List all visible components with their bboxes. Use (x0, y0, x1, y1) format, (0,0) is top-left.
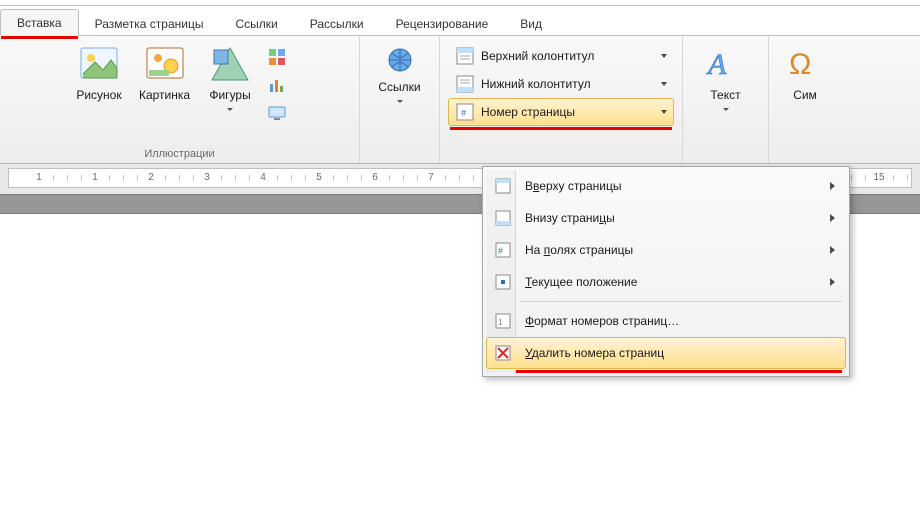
smartart-button[interactable] (264, 44, 290, 70)
submenu-arrow-icon (830, 182, 835, 190)
links-label: Ссылки (378, 80, 420, 94)
picture-label: Рисунок (76, 88, 121, 102)
clipart-icon (143, 44, 187, 84)
submenu-arrow-icon (830, 214, 835, 222)
tab-mailings[interactable]: Рассылки (294, 11, 380, 36)
clipart-button[interactable]: Картинка (133, 40, 196, 102)
page-number-button[interactable]: # Номер страницы (448, 98, 674, 126)
highlight-marker (450, 127, 672, 130)
group-header-footer: Верхний колонтитул Нижний колонтитул # Н… (440, 36, 683, 163)
header-label: Верхний колонтитул (481, 49, 594, 63)
group-illustrations: Рисунок Картинка Фигуры (0, 36, 360, 163)
chart-button[interactable] (264, 72, 290, 98)
tab-view[interactable]: Вид (504, 11, 558, 36)
tab-page-layout[interactable]: Разметка страницы (79, 11, 220, 36)
group-text: A Текст (683, 36, 769, 163)
chevron-down-icon (661, 110, 667, 114)
clipart-label: Картинка (139, 88, 190, 102)
menu-format-page-numbers[interactable]: 1 Формат номеров страниц… (486, 305, 846, 337)
chevron-down-icon (227, 108, 233, 111)
text-label: Текст (710, 88, 740, 102)
wordart-icon: A (704, 44, 748, 84)
footer-icon (455, 74, 475, 94)
svg-text:#: # (498, 246, 503, 256)
page-number-menu: Вверху страницы Внизу страницы # На поля… (482, 166, 850, 377)
page-margins-icon: # (494, 241, 512, 259)
ribbon-tabs: Вставка Разметка страницы Ссылки Рассылк… (0, 6, 920, 36)
format-numbers-icon: 1 (494, 312, 512, 330)
symbol-label: Сим (793, 88, 817, 102)
page-bottom-icon (494, 209, 512, 227)
smartart-icon (268, 48, 286, 66)
group-links: Ссылки (360, 36, 440, 163)
chart-icon (268, 76, 286, 94)
picture-icon (77, 44, 121, 84)
svg-text:A: A (706, 48, 727, 81)
menu-separator (520, 301, 842, 302)
chevron-down-icon (661, 54, 667, 58)
footer-button[interactable]: Нижний колонтитул (448, 70, 674, 98)
submenu-arrow-icon (830, 278, 835, 286)
group-symbols: Ω Сим (769, 36, 841, 163)
shapes-icon (208, 44, 252, 84)
svg-text:Ω: Ω (789, 48, 811, 81)
svg-text:1: 1 (498, 318, 503, 327)
chevron-down-icon (661, 82, 667, 86)
hyperlink-icon (384, 44, 416, 76)
svg-text:#: # (461, 108, 466, 118)
menu-page-margins[interactable]: # На полях страницы (486, 234, 846, 266)
menu-top-of-page[interactable]: Вверху страницы (486, 170, 846, 202)
illustrations-small-buttons (264, 40, 290, 126)
picture-button[interactable]: Рисунок (69, 40, 129, 102)
shapes-button[interactable]: Фигуры (200, 40, 260, 111)
text-button[interactable]: A Текст (696, 40, 756, 111)
highlight-marker (490, 370, 842, 373)
screenshot-button[interactable] (264, 100, 290, 126)
page-top-icon (494, 177, 512, 195)
chevron-down-icon (723, 108, 729, 111)
symbol-button[interactable]: Ω Сим (775, 40, 835, 102)
menu-remove-page-numbers[interactable]: Удалить номера страниц (486, 337, 846, 369)
chevron-down-icon (397, 100, 403, 103)
page-number-icon: # (455, 102, 475, 122)
page-number-label: Номер страницы (481, 105, 575, 119)
screenshot-icon (268, 104, 286, 122)
tab-review[interactable]: Рецензирование (380, 11, 505, 36)
omega-icon: Ω (783, 44, 827, 84)
menu-current-position[interactable]: Текущее положение (486, 266, 846, 298)
footer-label: Нижний колонтитул (481, 77, 591, 91)
tab-insert[interactable]: Вставка (0, 9, 79, 36)
menu-bottom-of-page[interactable]: Внизу страницы (486, 202, 846, 234)
tab-references[interactable]: Ссылки (219, 11, 293, 36)
ribbon: Рисунок Картинка Фигуры (0, 36, 920, 164)
shapes-label: Фигуры (209, 88, 250, 102)
submenu-arrow-icon (830, 246, 835, 254)
group-illustrations-label: Иллюстрации (144, 146, 214, 161)
header-button[interactable]: Верхний колонтитул (448, 42, 674, 70)
current-position-icon (494, 273, 512, 291)
links-button[interactable]: Ссылки (370, 40, 430, 103)
remove-numbers-icon (494, 344, 512, 362)
header-icon (455, 46, 475, 66)
